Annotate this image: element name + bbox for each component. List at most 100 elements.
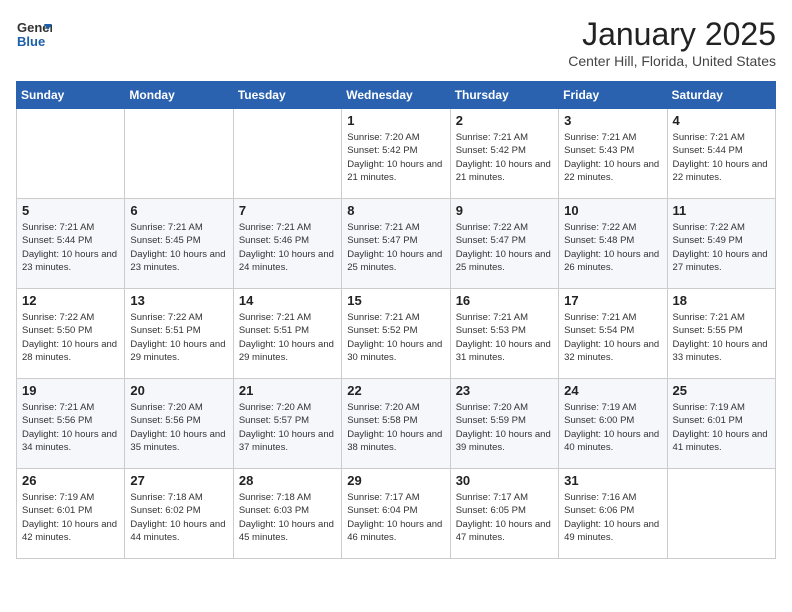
day-cell: 10Sunrise: 7:22 AMSunset: 5:48 PMDayligh… [559,199,667,289]
day-number: 7 [239,203,336,218]
day-info: Sunrise: 7:19 AMSunset: 6:01 PMDaylight:… [673,401,770,454]
day-cell: 26 Sunrise: 7:19 AMSunset: 6:01 PMDayligh… [17,469,125,559]
day-cell: 4 Sunrise: 7:21 AMSunset: 5:44 PMDaylight… [667,109,775,199]
col-tuesday: Tuesday [233,82,341,109]
title-block: January 2025 Center Hill, Florida, Unite… [568,16,776,69]
day-info: Sunrise: 7:21 AMSunset: 5:52 PMDaylight:… [347,311,444,364]
day-cell: 6 Sunrise: 7:21 AMSunset: 5:45 PMDaylight… [125,199,233,289]
day-number: 31 [564,473,661,488]
day-cell: 25 Sunrise: 7:19 AMSunset: 6:01 PMDayligh… [667,379,775,469]
day-cell: 8 Sunrise: 7:21 AMSunset: 5:47 PMDaylight… [342,199,450,289]
day-number: 4 [673,113,770,128]
day-number: 27 [130,473,227,488]
day-info: Sunrise: 7:21 AMSunset: 5:46 PMDaylight:… [239,221,336,274]
day-number: 25 [673,383,770,398]
day-number: 26 [22,473,119,488]
week-row-4: 19 Sunrise: 7:21 AMSunset: 5:56 PMDayligh… [17,379,776,469]
day-number: 17 [564,293,661,308]
day-cell [233,109,341,199]
day-number: 1 [347,113,444,128]
day-info: Sunrise: 7:19 AMSunset: 6:01 PMDaylight:… [22,491,119,544]
day-cell [17,109,125,199]
day-cell: 21 Sunrise: 7:20 AMSunset: 5:57 PMDayligh… [233,379,341,469]
day-cell: 28Sunrise: 7:18 AMSunset: 6:03 PMDayligh… [233,469,341,559]
calendar-title: January 2025 [568,16,776,53]
day-number: 12 [22,293,119,308]
week-row-3: 12 Sunrise: 7:22 AMSunset: 5:50 PMDayligh… [17,289,776,379]
day-number: 24 [564,383,661,398]
day-number: 23 [456,383,553,398]
day-cell: 9 Sunrise: 7:22 AMSunset: 5:47 PMDaylight… [450,199,558,289]
logo: General Blue [16,16,52,57]
day-cell: 17 Sunrise: 7:21 AMSunset: 5:54 PMDayligh… [559,289,667,379]
col-thursday: Thursday [450,82,558,109]
col-wednesday: Wednesday [342,82,450,109]
day-cell: 27 Sunrise: 7:18 AMSunset: 6:02 PMDayligh… [125,469,233,559]
day-number: 11 [673,203,770,218]
svg-text:Blue: Blue [17,34,45,49]
day-cell [125,109,233,199]
col-friday: Friday [559,82,667,109]
col-monday: Monday [125,82,233,109]
day-number: 13 [130,293,227,308]
day-number: 16 [456,293,553,308]
day-number: 5 [22,203,119,218]
day-number: 6 [130,203,227,218]
day-cell: 5Sunrise: 7:21 AMSunset: 5:44 PMDaylight… [17,199,125,289]
day-info: Sunrise: 7:20 AMSunset: 5:57 PMDaylight:… [239,401,336,454]
day-info: Sunrise: 7:17 AMSunset: 6:05 PMDaylight:… [456,491,553,544]
day-info: Sunrise: 7:21 AMSunset: 5:53 PMDaylight:… [456,311,553,364]
day-info: Sunrise: 7:21 AMSunset: 5:47 PMDaylight:… [347,221,444,274]
day-info: Sunrise: 7:16 AMSunset: 6:06 PMDaylight:… [564,491,661,544]
day-info: Sunrise: 7:20 AMSunset: 5:59 PMDaylight:… [456,401,553,454]
day-cell: 11 Sunrise: 7:22 AMSunset: 5:49 PMDayligh… [667,199,775,289]
day-info: Sunrise: 7:21 AMSunset: 5:43 PMDaylight:… [564,131,661,184]
day-cell: 14Sunrise: 7:21 AMSunset: 5:51 PMDayligh… [233,289,341,379]
day-cell: 19 Sunrise: 7:21 AMSunset: 5:56 PMDayligh… [17,379,125,469]
week-row-5: 26 Sunrise: 7:19 AMSunset: 6:01 PMDayligh… [17,469,776,559]
day-cell: 24Sunrise: 7:19 AMSunset: 6:00 PMDayligh… [559,379,667,469]
day-cell: 12 Sunrise: 7:22 AMSunset: 5:50 PMDayligh… [17,289,125,379]
day-info: Sunrise: 7:21 AMSunset: 5:54 PMDaylight:… [564,311,661,364]
day-info: Sunrise: 7:22 AMSunset: 5:51 PMDaylight:… [130,311,227,364]
day-cell: 22Sunrise: 7:20 AMSunset: 5:58 PMDayligh… [342,379,450,469]
day-number: 9 [456,203,553,218]
day-info: Sunrise: 7:22 AMSunset: 5:49 PMDaylight:… [673,221,770,274]
day-info: Sunrise: 7:22 AMSunset: 5:48 PMDaylight:… [564,221,661,274]
day-cell: 20 Sunrise: 7:20 AMSunset: 5:56 PMDayligh… [125,379,233,469]
day-cell: 3Sunrise: 7:21 AMSunset: 5:43 PMDaylight… [559,109,667,199]
col-sunday: Sunday [17,82,125,109]
day-info: Sunrise: 7:21 AMSunset: 5:56 PMDaylight:… [22,401,119,454]
day-number: 8 [347,203,444,218]
day-info: Sunrise: 7:21 AMSunset: 5:42 PMDaylight:… [456,131,553,184]
day-cell: 18 Sunrise: 7:21 AMSunset: 5:55 PMDayligh… [667,289,775,379]
calendar-table: Sunday Monday Tuesday Wednesday Thursday… [16,81,776,559]
calendar-header-row: Sunday Monday Tuesday Wednesday Thursday… [17,82,776,109]
day-info: Sunrise: 7:21 AMSunset: 5:45 PMDaylight:… [130,221,227,274]
day-cell: 13 Sunrise: 7:22 AMSunset: 5:51 PMDayligh… [125,289,233,379]
day-number: 14 [239,293,336,308]
day-info: Sunrise: 7:22 AMSunset: 5:47 PMDaylight:… [456,221,553,274]
day-info: Sunrise: 7:22 AMSunset: 5:50 PMDaylight:… [22,311,119,364]
day-number: 30 [456,473,553,488]
page-header: General Blue January 2025 Center Hill, F… [16,16,776,69]
day-info: Sunrise: 7:18 AMSunset: 6:02 PMDaylight:… [130,491,227,544]
day-info: Sunrise: 7:21 AMSunset: 5:55 PMDaylight:… [673,311,770,364]
day-cell: 15Sunrise: 7:21 AMSunset: 5:52 PMDayligh… [342,289,450,379]
day-number: 18 [673,293,770,308]
day-number: 29 [347,473,444,488]
day-number: 19 [22,383,119,398]
day-info: Sunrise: 7:20 AMSunset: 5:56 PMDaylight:… [130,401,227,454]
day-info: Sunrise: 7:17 AMSunset: 6:04 PMDaylight:… [347,491,444,544]
day-cell: 30 Sunrise: 7:17 AMSunset: 6:05 PMDayligh… [450,469,558,559]
day-number: 21 [239,383,336,398]
day-info: Sunrise: 7:21 AMSunset: 5:44 PMDaylight:… [673,131,770,184]
week-row-2: 5Sunrise: 7:21 AMSunset: 5:44 PMDaylight… [17,199,776,289]
day-number: 22 [347,383,444,398]
day-number: 20 [130,383,227,398]
day-number: 2 [456,113,553,128]
day-cell: 31 Sunrise: 7:16 AMSunset: 6:06 PMDayligh… [559,469,667,559]
day-cell: 29 Sunrise: 7:17 AMSunset: 6:04 PMDayligh… [342,469,450,559]
week-row-1: 1Sunrise: 7:20 AMSunset: 5:42 PMDaylight… [17,109,776,199]
col-saturday: Saturday [667,82,775,109]
